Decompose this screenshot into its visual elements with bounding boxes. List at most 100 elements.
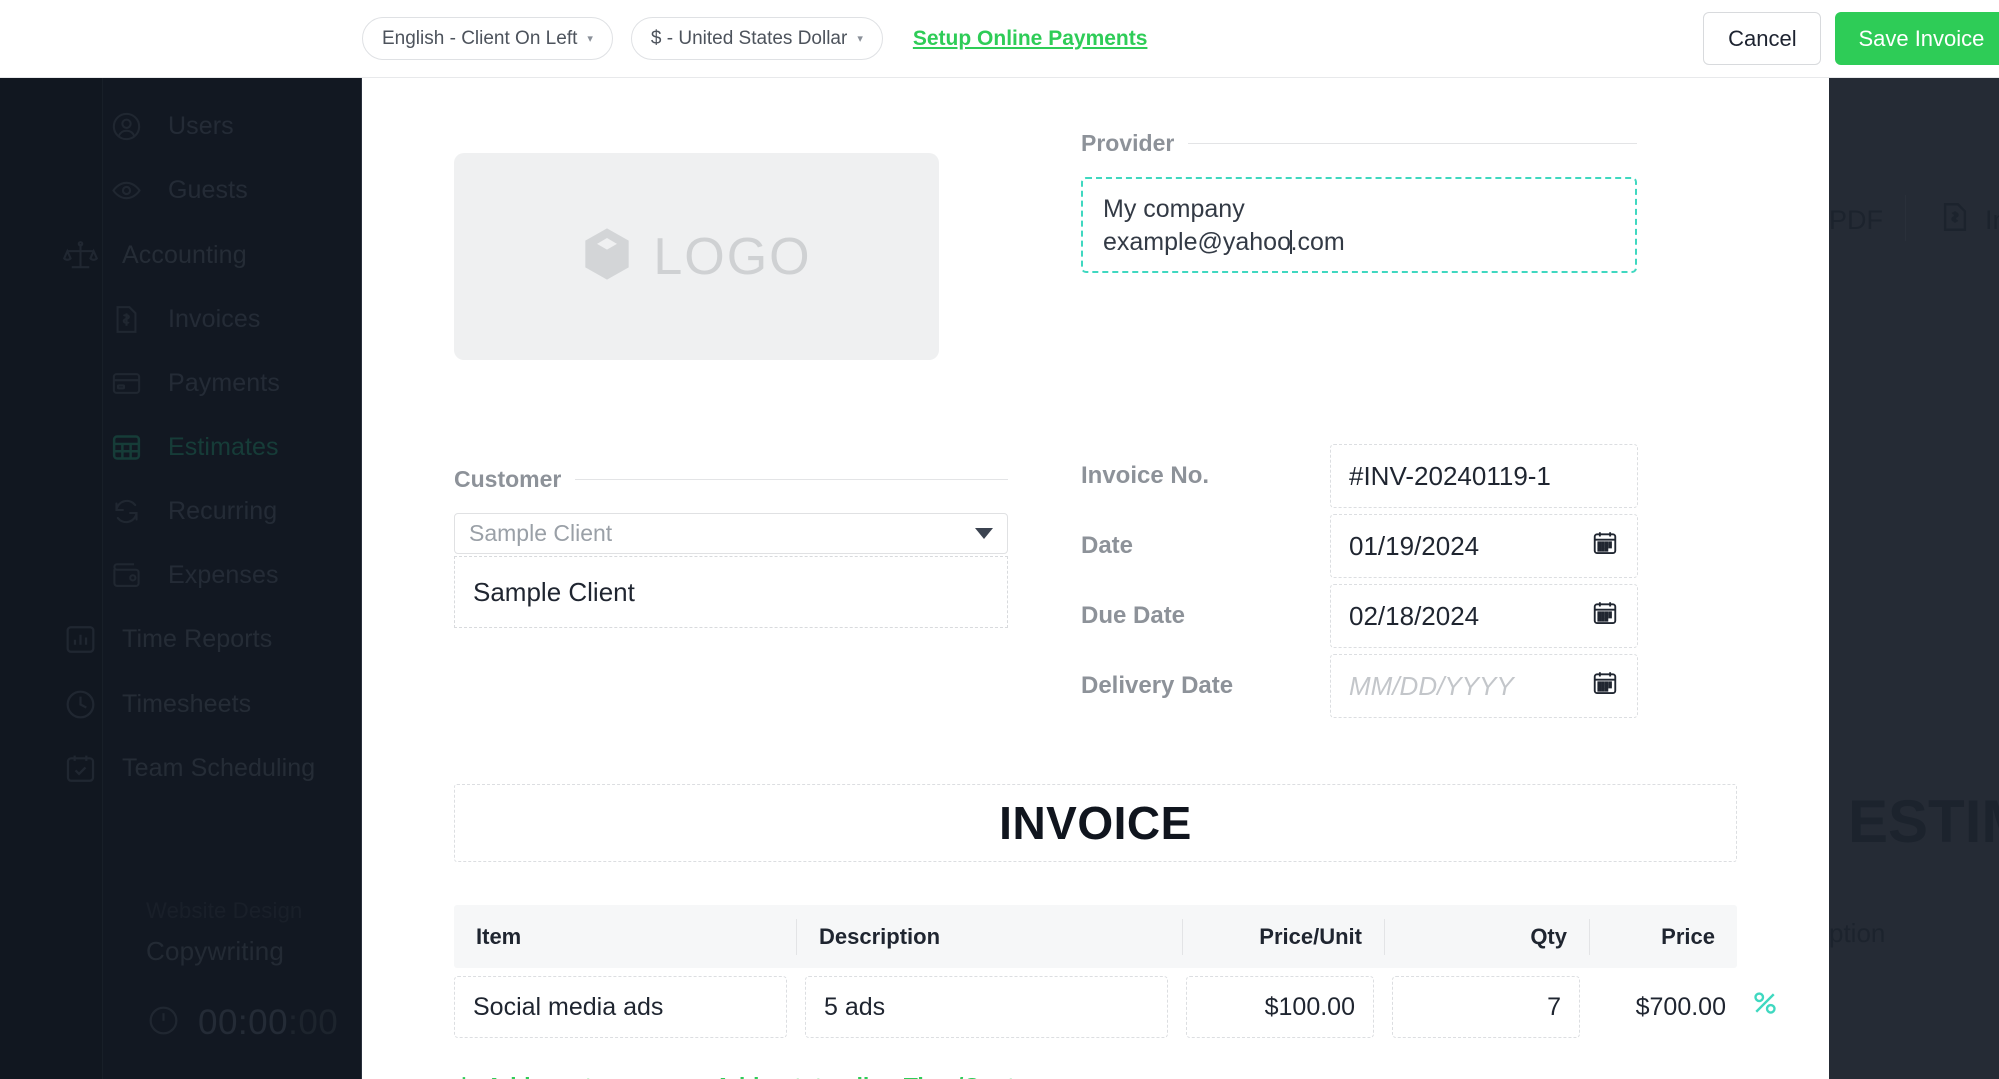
date-value: 01/19/2024: [1349, 530, 1480, 561]
invoice-no-label: Invoice No.: [1081, 462, 1210, 489]
sidebar-item-invoices[interactable]: Invoices: [103, 293, 261, 345]
setup-online-payments-link[interactable]: Setup Online Payments: [913, 27, 1148, 51]
delivery-date-label: Delivery Date: [1081, 672, 1234, 699]
chevron-down-icon: [975, 528, 993, 539]
add-outstanding-time-costs-link[interactable]: Add outstanding Time/Costs: [715, 1073, 1028, 1079]
column-header-qty: Qty: [1384, 918, 1589, 955]
sidebar-item-team-scheduling[interactable]: Team Scheduling: [57, 742, 315, 794]
due-date-field[interactable]: 02/18/2024: [1330, 584, 1638, 648]
sidebar-item-timesheets[interactable]: Timesheets: [57, 678, 251, 730]
provider-legend: Provider: [1081, 130, 1637, 157]
calendar-icon[interactable]: [1591, 669, 1619, 704]
page-title: INVOICE: [999, 797, 1192, 849]
currency-selector[interactable]: $ - United States Dollar ▾: [630, 17, 883, 60]
invoice-dollar-icon: [103, 302, 149, 336]
timer-widget[interactable]: Website Design Copywriting 00:00:00: [103, 898, 361, 1043]
document-title-field[interactable]: INVOICE: [454, 784, 1737, 862]
timer-display-row[interactable]: 00:00:00: [103, 1003, 361, 1043]
cube-icon: [581, 225, 633, 288]
delivery-date-field[interactable]: MM/DD/YYYY: [1330, 654, 1638, 718]
cancel-button[interactable]: Cancel: [1703, 12, 1822, 65]
column-header-price-unit: Price/Unit: [1182, 918, 1384, 955]
language-selector[interactable]: English - Client On Left ▾: [362, 17, 613, 60]
sidebar-item-label: Guests: [168, 175, 248, 204]
customer-name-value: Sample Client: [473, 576, 635, 607]
eye-icon: [103, 173, 149, 207]
line-item-total: $700.00: [1635, 992, 1726, 1021]
date-field[interactable]: 01/19/2024: [1330, 514, 1638, 578]
sidebar-item-label: Payments: [168, 368, 280, 397]
language-selector-label: English - Client On Left: [382, 27, 578, 49]
bar-chart-icon: [57, 622, 103, 656]
provider-legend-text: Provider: [1081, 130, 1175, 156]
customer-legend: Customer: [454, 466, 1008, 493]
column-header-price: Price: [1589, 918, 1737, 955]
timer-elapsed-seconds: :00: [288, 1003, 339, 1042]
calendar-icon[interactable]: [1591, 599, 1619, 634]
sidebar-item-label: Timesheets: [122, 689, 252, 718]
due-date-label: Due Date: [1081, 602, 1186, 629]
sidebar-item-time-reports[interactable]: Time Reports: [57, 613, 272, 665]
due-date-value: 02/18/2024: [1349, 600, 1480, 631]
sidebar-item-label: Estimates: [168, 432, 279, 461]
logo-upload-placeholder[interactable]: LOGO: [454, 153, 939, 360]
plus-icon: +: [454, 1069, 474, 1079]
bg-pdf-label: PDF: [1829, 205, 1883, 235]
invoice-editor-sheet: LOGO Provider My company example@yahoo.c…: [362, 78, 1829, 1079]
provider-legend-rule: [1188, 143, 1637, 144]
line-item-name-input[interactable]: Social media ads: [454, 976, 787, 1038]
sidebar[interactable]: Users Guests Accounting Invoices Payment…: [0, 78, 362, 1079]
refresh-icon: [103, 494, 149, 528]
sidebar-item-label: Users: [168, 111, 234, 140]
customer-legend-rule: [575, 479, 1008, 480]
sidebar-item-label: Invoices: [168, 304, 261, 333]
timer-task-name: Copywriting: [146, 936, 285, 966]
sidebar-item-recurring[interactable]: Recurring: [103, 485, 277, 537]
chevron-down-icon: ▾: [587, 33, 593, 45]
sidebar-item-payments[interactable]: Payments: [103, 357, 280, 409]
provider-textarea[interactable]: My company example@yahoo.com: [1081, 177, 1637, 273]
delivery-date-placeholder: MM/DD/YYYY: [1349, 670, 1514, 701]
provider-email-after-caret: .com: [1290, 228, 1345, 256]
calendar-icon[interactable]: [1591, 529, 1619, 564]
calendar-check-icon: [57, 751, 103, 785]
sidebar-item-users[interactable]: Users: [103, 100, 234, 152]
cube-icon-svg: [585, 228, 630, 280]
column-header-description: Description: [796, 918, 1182, 955]
sidebar-item-label: Time Reports: [122, 624, 273, 653]
sidebar-item-estimates[interactable]: Estimates: [103, 421, 279, 473]
top-action-bar: English - Client On Left ▾ $ - United St…: [0, 0, 1999, 78]
column-header-item: Item: [476, 923, 522, 949]
invoice-no-field[interactable]: #INV-20240119-1: [1330, 444, 1638, 508]
sidebar-item-label: Expenses: [168, 560, 279, 589]
due-date-row: Due Date 02/18/2024: [1081, 581, 1638, 651]
save-invoice-button[interactable]: Save Invoice: [1835, 12, 1999, 65]
clock-icon: [57, 687, 103, 721]
line-item-qty-input[interactable]: 7: [1392, 976, 1580, 1038]
scales-icon: [57, 238, 103, 272]
add-empty-row-link[interactable]: Add empty row: [486, 1073, 652, 1079]
user-circle-icon: [103, 109, 149, 143]
date-label: Date: [1081, 532, 1134, 559]
invoice-no-value: #INV-20240119-1: [1349, 460, 1551, 491]
timer-icon: [146, 1003, 181, 1043]
sidebar-item-expenses[interactable]: Expenses: [103, 549, 279, 601]
invoice-meta-grid: Invoice No. #INV-20240119-1 Date 01/19/2…: [1081, 441, 1638, 721]
bg-divider: [1905, 195, 1906, 241]
sidebar-item-guests[interactable]: Guests: [103, 164, 248, 216]
logo-placeholder-text: LOGO: [653, 227, 812, 286]
customer-select[interactable]: Sample Client: [454, 513, 1008, 554]
sidebar-item-accounting[interactable]: Accounting: [57, 229, 247, 281]
line-items-header: Item Description Price/Unit Qty Price: [454, 905, 1737, 968]
chevron-down-icon: ▾: [857, 33, 863, 45]
or-separator: or: [674, 1074, 693, 1079]
bg-estimate-title: ESTIM: [1848, 788, 1999, 855]
percent-icon[interactable]: [1750, 988, 1780, 1026]
date-row: Date 01/19/2024: [1081, 511, 1638, 581]
line-item-desc-input[interactable]: 5 ads: [805, 976, 1168, 1038]
provider-line-2: example@yahoo.com: [1103, 226, 1615, 259]
customer-name-field[interactable]: Sample Client: [454, 556, 1008, 628]
bg-panel-top: [1829, 78, 1999, 208]
line-item-price-unit-input[interactable]: $100.00: [1186, 976, 1374, 1038]
invoice-no-row: Invoice No. #INV-20240119-1: [1081, 441, 1638, 511]
